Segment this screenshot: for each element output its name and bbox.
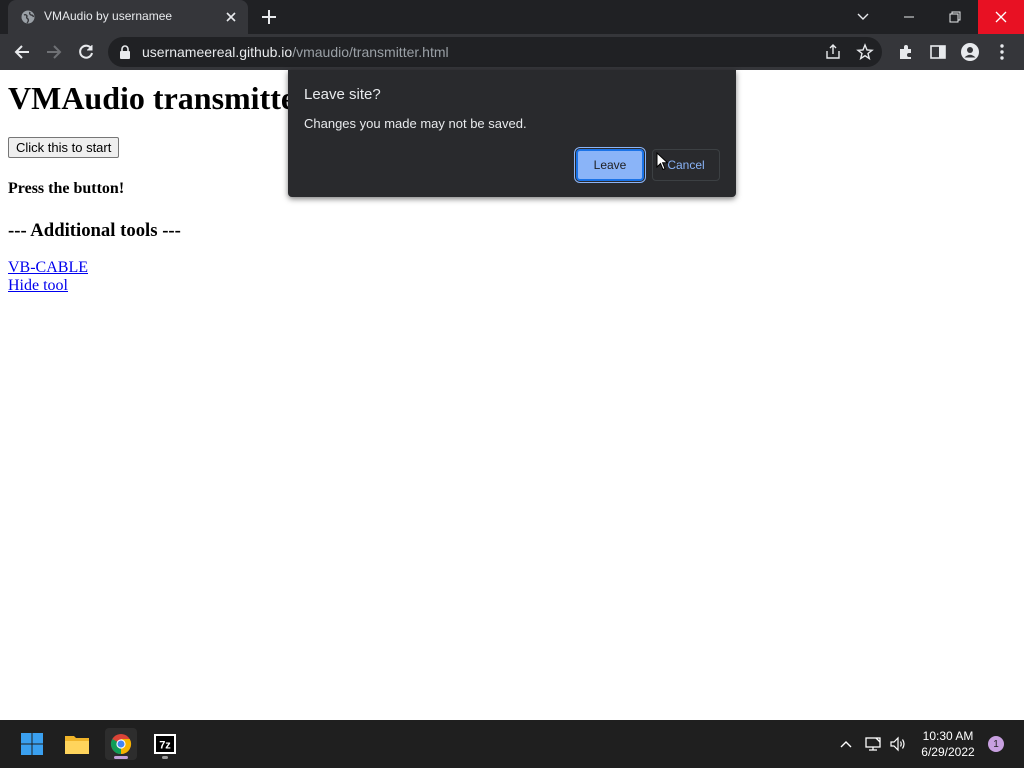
extensions-icon[interactable] [896,42,916,62]
active-indicator [114,756,128,759]
share-icon[interactable] [824,43,842,61]
svg-text:7z: 7z [159,740,171,752]
file-explorer-icon[interactable] [61,728,93,760]
bookmark-star-icon[interactable] [856,43,874,61]
tab-search-icon[interactable] [840,0,886,34]
reload-icon[interactable] [76,42,96,62]
dialog-title: Leave site? [304,86,381,103]
7zip-icon[interactable]: 7z [149,728,181,760]
clock[interactable]: 10:30 AM 6/29/2022 [910,728,986,760]
network-icon[interactable] [863,734,883,754]
dialog-message: Changes you made may not be saved. [304,116,527,131]
browser-toolbar: usernameereal.github.io/vmaudio/transmit… [0,34,1024,70]
clock-time: 10:30 AM [922,729,974,743]
back-icon[interactable] [12,42,32,62]
profile-icon[interactable] [960,42,980,62]
url-text[interactable]: usernameereal.github.io/vmaudio/transmit… [142,44,449,60]
tab-strip: VMAudio by usernamee [0,0,1024,34]
vb-cable-link[interactable]: VB-CABLE [8,259,88,277]
status-text: Press the button! [8,180,125,197]
taskbar: 7z 10:30 AM 6/29/2022 [0,720,1024,768]
mouse-cursor-icon [656,151,670,172]
tools-heading: --- Additional tools --- [8,220,181,241]
volume-icon[interactable] [888,734,908,754]
tab-close-icon[interactable] [222,8,240,26]
new-tab-icon[interactable] [259,7,279,27]
tab-title: VMAudio by usernamee [44,9,173,23]
minimize-icon[interactable] [886,0,932,34]
browser-tab[interactable]: VMAudio by usernamee [8,0,248,34]
leave-site-dialog: Leave site? Changes you made may not be … [288,70,736,197]
clock-date: 6/29/2022 [921,745,975,759]
chevron-up-icon[interactable] [836,734,856,754]
forward-icon[interactable] [44,42,64,62]
windows-start-icon[interactable] [16,728,48,760]
leave-button[interactable]: Leave [574,147,646,183]
notification-badge[interactable]: 1 [988,736,1004,752]
close-window-icon[interactable] [978,0,1024,34]
address-bar[interactable]: usernameereal.github.io/vmaudio/transmit… [108,37,882,67]
page-title: VMAudio transmitte [8,80,296,116]
hide-tool-link[interactable]: Hide tool [8,277,68,295]
chrome-icon[interactable] [105,728,137,760]
side-panel-icon[interactable] [928,42,948,62]
globe-icon [21,10,35,24]
lock-icon[interactable] [119,45,131,59]
restore-icon[interactable] [932,0,978,34]
start-button[interactable]: Click this to start [8,137,120,158]
open-indicator [162,756,168,759]
menu-icon[interactable] [992,42,1012,62]
